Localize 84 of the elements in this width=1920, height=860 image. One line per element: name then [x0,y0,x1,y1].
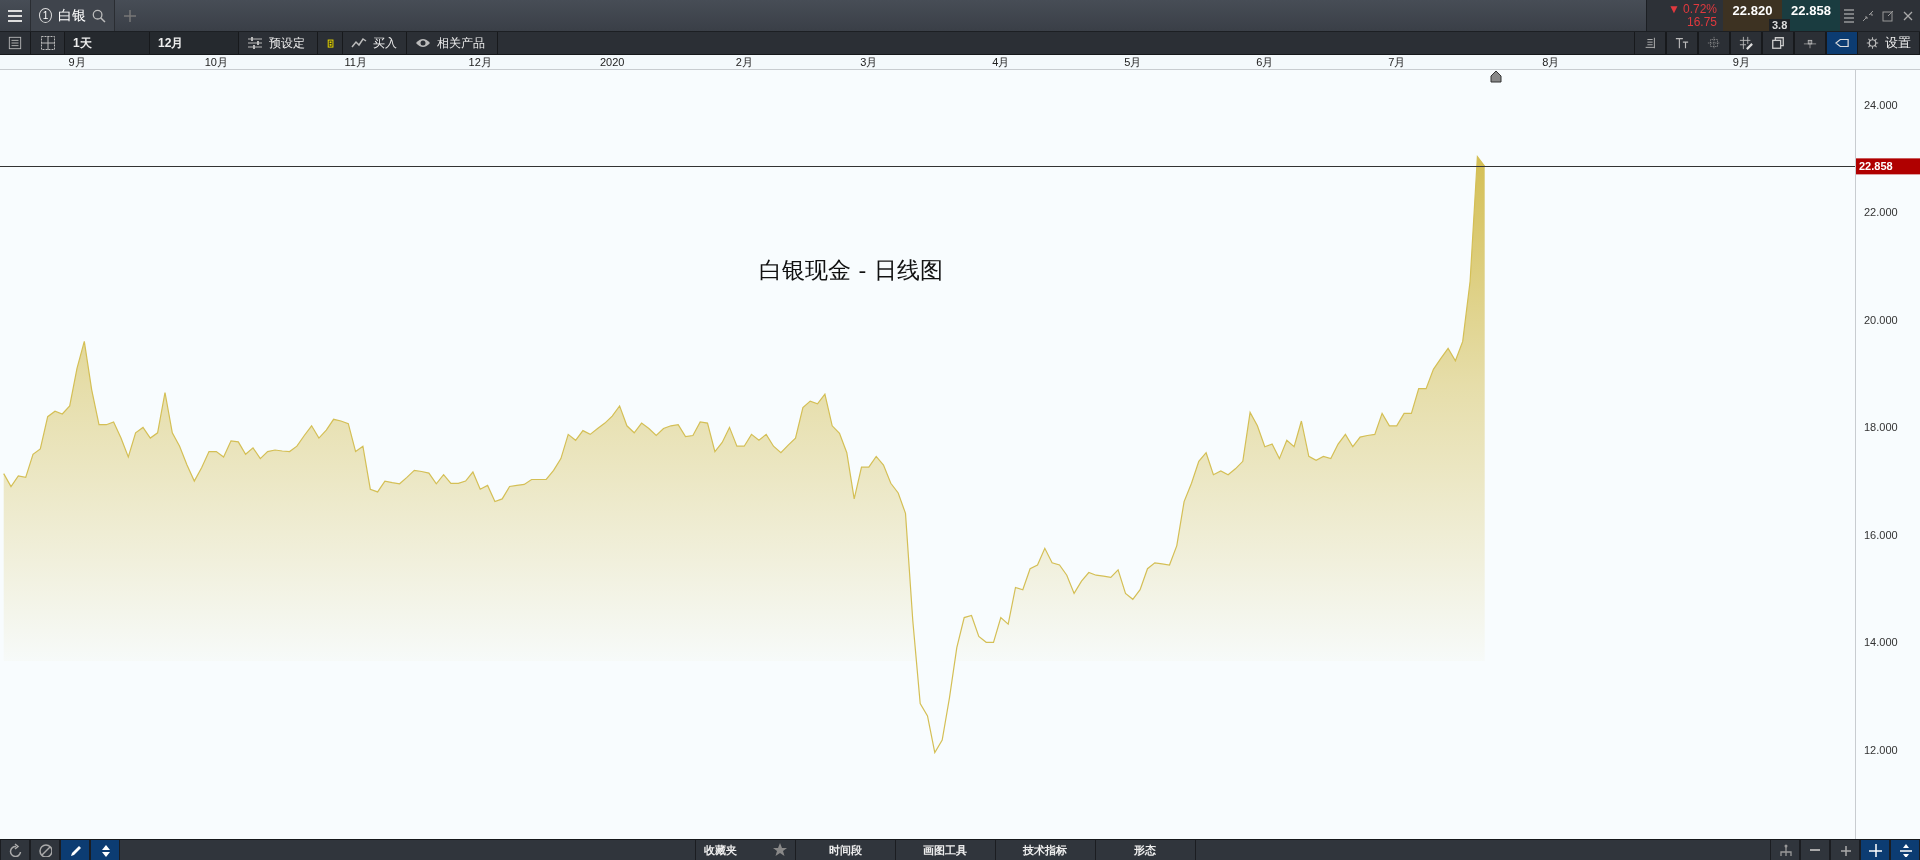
eye-button[interactable]: 相关产品 [407,32,498,54]
pencil-icon [68,843,82,857]
restore-icon [1882,9,1894,22]
axis-label: 16.000 [1864,528,1898,541]
tab-label: 白银 [58,6,87,25]
panel-tab[interactable]: 收藏夹 [694,840,795,860]
axis-label: 14.000 [1864,636,1898,649]
axis-label: 3月 [860,56,878,68]
windows-tool[interactable] [1762,32,1794,54]
axis-label: 10月 [204,56,228,68]
minus-button[interactable] [1800,840,1830,860]
windows-icon [1771,35,1785,51]
tree-icon [1778,843,1792,857]
stack-icon [1844,7,1854,24]
list-icon [8,35,22,51]
search-icon [92,7,106,24]
ban-icon [38,843,52,857]
spread-value: 3.8 [1769,19,1791,31]
hash-pencil-icon [1739,35,1753,51]
expand-vertical-icon [1898,843,1912,857]
axis-label: 4月 [992,56,1010,68]
star-icon [772,843,787,857]
minus-icon [1810,849,1820,851]
tag-tool[interactable] [1826,32,1858,54]
up-down-button[interactable] [90,840,120,860]
price-tag-value: 22.858 [1859,160,1893,173]
crosshair-icon [1868,843,1882,857]
axis-label: 6月 [1256,56,1274,68]
range-dropdown[interactable]: 12月 [150,32,239,54]
instrument-tab[interactable]: 1 白银 [31,0,115,31]
panel-tab[interactable]: 形态 [1094,840,1195,860]
down-arrow: ▼ [1668,2,1680,16]
bid-value: 22.820 [1732,3,1773,18]
axis-label: 7月 [1388,56,1406,68]
axis-label: 12月 [468,56,492,68]
grid-icon [39,35,56,51]
sliders-icon [247,35,263,51]
collapse-button[interactable] [1862,9,1874,22]
text-size-tool[interactable] [1666,32,1698,54]
presets-button[interactable]: 预设定 [239,32,318,54]
pencil-button[interactable] [60,840,90,860]
trend-button[interactable]: 买入 [343,32,407,54]
interval-dropdown[interactable]: 1天 [65,32,150,54]
align-right-tool[interactable] [1634,32,1666,54]
axis-label: 12.000 [1864,743,1898,756]
restore-button[interactable] [1882,9,1894,22]
axis-label: 9月 [68,56,86,68]
axis-label: 8月 [1542,56,1560,68]
axis-label: 11月 [344,56,367,68]
collapse-icon [1862,9,1874,22]
panel-tab[interactable]: 画图工具 [894,840,995,860]
axis-label: 22.000 [1864,206,1898,219]
crosshair-button[interactable] [1860,840,1890,860]
price-tag [1856,158,1920,175]
axis-label: 24.000 [1864,99,1898,111]
panel-tab[interactable]: 技术指标 [994,840,1095,860]
axis-label: 2020 [600,56,625,68]
align-right-icon [1643,35,1657,51]
tree-button[interactable] [1770,840,1800,860]
gear-icon [1866,35,1879,51]
text-size-icon [1675,35,1689,51]
close-button[interactable] [1902,9,1914,22]
expand-vertical-button[interactable] [1890,840,1920,860]
dotted-crosshair-tool[interactable] [1698,32,1730,54]
plus-icon [1838,843,1852,857]
dotted-crosshair-icon [1707,35,1721,51]
refresh-icon [8,843,22,857]
ask-value: 22.858 [1791,3,1831,18]
settings-button[interactable]: 设置 [1858,32,1920,54]
panel-tab[interactable]: 时间段 [794,840,895,860]
menu-icon [8,9,22,22]
axis-label: 5月 [1124,56,1142,68]
axis-label: 2月 [735,56,753,68]
marker-icon [1490,70,1502,83]
refresh-button[interactable] [0,840,30,860]
axis-label: 9月 [1732,56,1750,68]
axis-label: 18.000 [1864,421,1898,434]
plus-icon [124,9,136,22]
hash-pencil-tool[interactable] [1730,32,1762,54]
axis-label: 20.000 [1864,313,1898,326]
change-value: 16.75 [1686,15,1717,29]
chart-title: 白银现金 - 日线图 [759,257,943,283]
close-icon [1902,9,1914,22]
change-percent: 0.72% [1682,2,1717,16]
